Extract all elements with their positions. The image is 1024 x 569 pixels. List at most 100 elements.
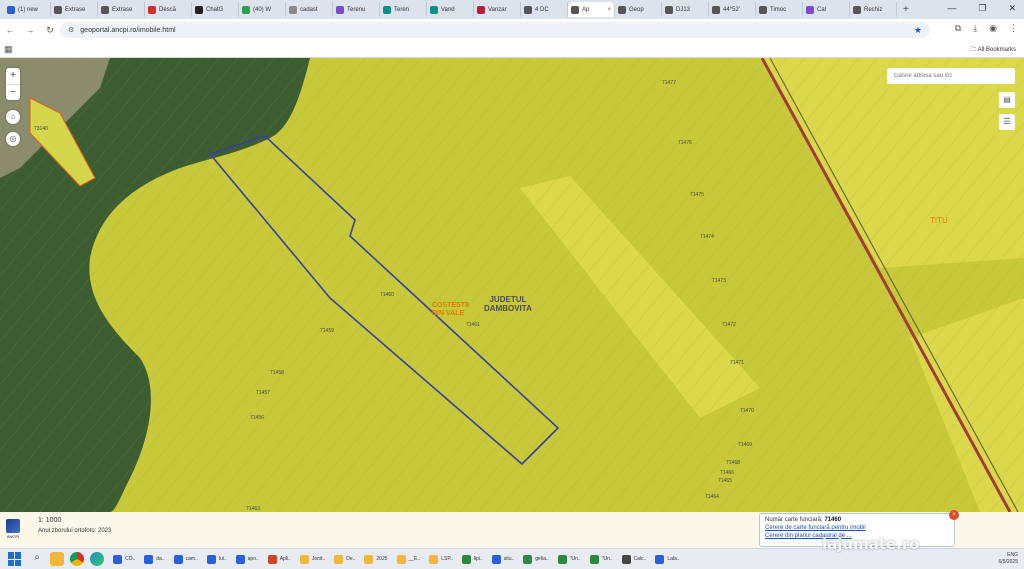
chrome-icon[interactable] xyxy=(70,552,84,566)
language-indicator[interactable]: ENG xyxy=(999,552,1018,559)
tab-close-icon[interactable]: × xyxy=(607,7,611,13)
map-viewport[interactable]: 71477 71476 71475 71474 71473 71472 71471 71470… xyxy=(0,58,1024,512)
browser-tab[interactable]: Terenu xyxy=(333,2,380,17)
ancpi-logo: ANCPI xyxy=(6,519,20,539)
parcel-number-label: 71470 xyxy=(740,408,754,414)
browser-tab[interactable]: Ap × xyxy=(568,2,615,17)
app-icon xyxy=(267,554,277,564)
layers-list-icon[interactable]: ☰ xyxy=(999,114,1015,130)
address-bar[interactable]: ⚙ geoportal.ancpi.ro/imobile.html ★ xyxy=(60,22,930,38)
popup-close-icon[interactable]: × xyxy=(949,510,959,520)
profile-icon[interactable]: ◉ xyxy=(989,23,997,34)
tab-favicon-icon xyxy=(195,5,203,14)
tab-label: Vand xyxy=(441,6,455,13)
browser-tab[interactable]: Teren xyxy=(380,2,427,17)
taskbar-item[interactable]: De.. xyxy=(331,551,358,568)
menu-icon[interactable]: ⋮ xyxy=(1009,23,1018,34)
browser-tab[interactable]: Cal xyxy=(803,2,850,17)
parcel-number-label: 71475 xyxy=(690,192,704,198)
taskbar-item[interactable]: "Un.. xyxy=(587,551,616,568)
taskbar-item[interactable]: Apli.. xyxy=(265,551,294,568)
site-info-icon[interactable]: ⚙ xyxy=(68,26,74,34)
parcel-number-label: 71466 xyxy=(720,470,734,476)
taskbar-item-label: __E.. xyxy=(408,556,421,562)
county-label-line: JUDETUL xyxy=(489,295,527,304)
download-icon[interactable]: ⤓ xyxy=(973,23,977,34)
taskbar-item[interactable]: 2025 xyxy=(361,551,390,568)
taskbar-item[interactable]: Lala.. xyxy=(652,551,682,568)
search-icon[interactable]: ⌕ xyxy=(30,552,44,566)
tab-label: Vanzar xyxy=(488,6,507,13)
edge-icon[interactable] xyxy=(90,552,104,566)
close-icon[interactable]: ✕ xyxy=(1008,3,1016,14)
browser-tab[interactable]: Rechiz xyxy=(850,2,897,17)
tab-label: ChatG xyxy=(206,6,224,13)
browser-tab[interactable]: ChatG xyxy=(192,2,239,17)
parcel-number-label: 71471 xyxy=(730,360,744,366)
taskbar-item[interactable]: gelia.. xyxy=(520,551,551,568)
tab-favicon-icon xyxy=(571,5,579,14)
locate-button[interactable]: ◎ xyxy=(6,132,20,146)
request-cf-link[interactable]: Cerere de carte funciară pentru imobil xyxy=(765,525,949,531)
tab-label: Descă xyxy=(159,6,177,13)
toolbar-actions: ⧉ ⤓ ◉ ⋮ xyxy=(955,23,1018,34)
zoom-in-button[interactable]: + xyxy=(6,68,20,84)
taskbar-item[interactable]: situ.. xyxy=(489,551,518,568)
taskbar-item[interactable]: "Un.. xyxy=(555,551,584,568)
tab-favicon-icon xyxy=(7,5,15,14)
taskbar-item[interactable]: da.. xyxy=(141,551,167,568)
tab-favicon-icon xyxy=(242,5,250,14)
taskbar-item-label: 2025 xyxy=(376,556,388,562)
address-search-input[interactable] xyxy=(887,68,1015,84)
browser-tab[interactable]: Timoc xyxy=(756,2,803,17)
maximize-icon[interactable]: ❐ xyxy=(978,3,986,14)
minimize-icon[interactable]: — xyxy=(947,3,956,14)
browser-tab[interactable]: Geop xyxy=(615,2,662,17)
browser-tab[interactable]: DJ13 xyxy=(662,2,709,17)
browser-tab[interactable]: Extrase xyxy=(51,2,98,17)
browser-tab[interactable]: Extrase xyxy=(98,2,145,17)
taskbar-item[interactable]: apo.. xyxy=(233,551,262,568)
forward-icon[interactable]: → xyxy=(20,25,40,35)
tab-bar: (1) new Extrase Extrase Descă ChatG (40) W cad… xyxy=(0,0,1024,19)
browser-tab[interactable]: cadast xyxy=(286,2,333,17)
taskbar-item[interactable]: Calc.. xyxy=(619,551,650,568)
tab-label: Terenu xyxy=(347,6,366,13)
ancpi-logo-icon xyxy=(6,519,20,533)
village-label-line: DIN VALE xyxy=(432,310,465,317)
map-canvas[interactable] xyxy=(0,58,1024,512)
windows-start-icon[interactable] xyxy=(8,552,22,566)
apps-grid-icon[interactable]: ▦ xyxy=(4,44,13,55)
bookmark-star-icon[interactable]: ★ xyxy=(914,25,922,36)
app-icon xyxy=(429,554,439,564)
taskbar-item[interactable]: lipi.. xyxy=(459,551,486,568)
basemap-icon[interactable]: ▤ xyxy=(999,92,1015,108)
browser-tab[interactable]: (40) W xyxy=(239,2,286,17)
file-explorer-icon[interactable] xyxy=(50,552,64,566)
extensions-icon[interactable]: ⧉ xyxy=(955,23,961,34)
app-icon xyxy=(364,554,374,564)
taskbar-item[interactable]: lui.. xyxy=(204,551,230,568)
zoom-out-button[interactable]: − xyxy=(6,84,20,100)
back-icon[interactable]: ← xyxy=(0,25,20,35)
home-extent-button[interactable]: ⌂ xyxy=(6,110,20,124)
taskbar-item[interactable]: __E.. xyxy=(394,551,424,568)
parcel-number-label: 71474 xyxy=(700,234,714,240)
app-icon xyxy=(589,554,599,564)
browser-tab[interactable]: 4 DC xyxy=(521,2,568,17)
taskbar-item[interactable]: cam.. xyxy=(171,551,201,568)
browser-tab[interactable]: Vanzar xyxy=(474,2,521,17)
browser-tab[interactable]: Vand xyxy=(427,2,474,17)
watermark-text: lajumate.ro xyxy=(822,535,920,553)
taskbar-item[interactable]: LSP.. xyxy=(426,551,456,568)
all-bookmarks-button[interactable]: 🗀 All Bookmarks xyxy=(970,45,1016,55)
browser-tab[interactable]: 44°52' xyxy=(709,2,756,17)
clock-date[interactable]: 6/5/2025 xyxy=(999,559,1018,566)
reload-icon[interactable]: ↻ xyxy=(40,25,60,36)
browser-tab[interactable]: Descă xyxy=(145,2,192,17)
taskbar-item[interactable]: CO.. xyxy=(110,551,138,568)
browser-tab[interactable]: (1) new xyxy=(4,2,51,17)
taskbar-item[interactable]: Jonit.. xyxy=(297,551,328,568)
taskbar-item-label: CO.. xyxy=(125,556,136,562)
new-tab-button[interactable]: + xyxy=(903,4,909,15)
